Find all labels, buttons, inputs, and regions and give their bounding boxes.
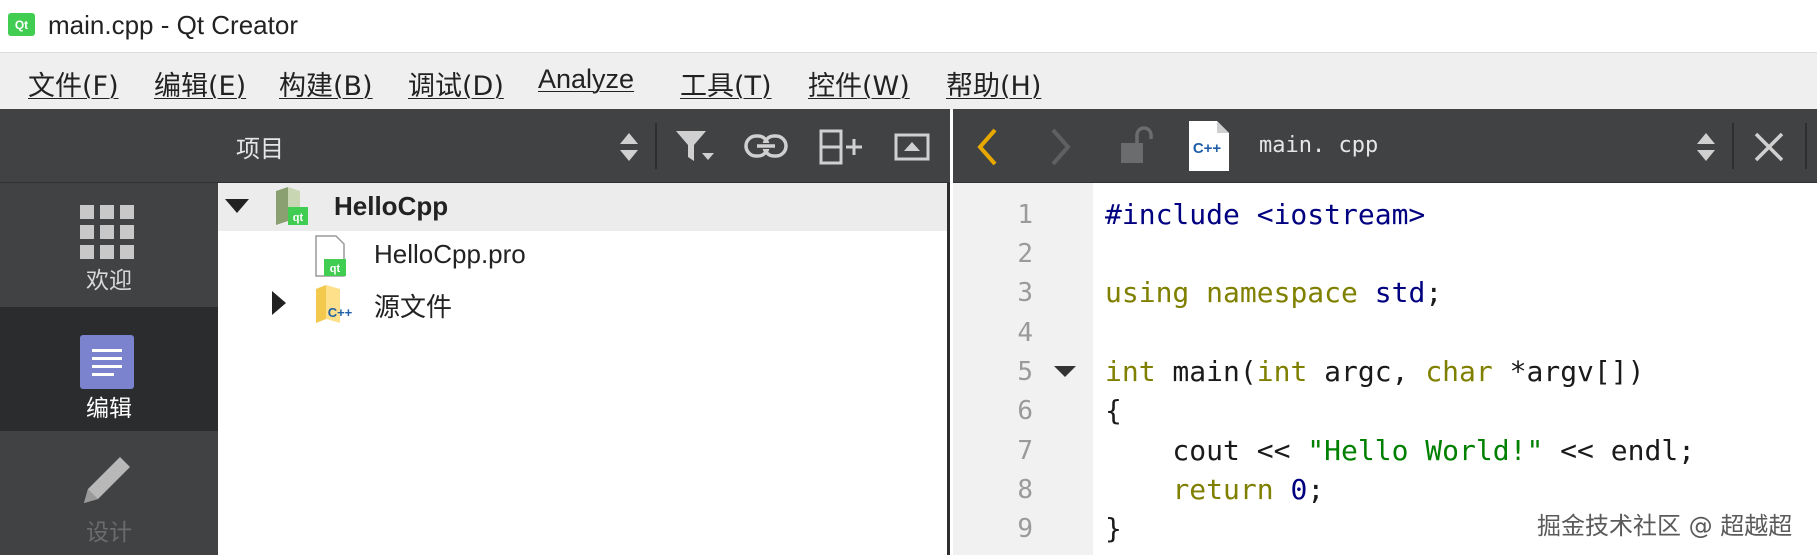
- menu-build[interactable]: 构建(B): [279, 64, 373, 103]
- tree-row-project[interactable]: qt HelloCpp: [218, 183, 947, 231]
- fold-marker-icon[interactable]: [1054, 366, 1076, 377]
- mode-edit[interactable]: 编辑: [0, 307, 218, 431]
- mode-welcome-label: 欢迎: [86, 268, 132, 294]
- tree-row-pro-file[interactable]: qt HelloCpp.pro: [218, 231, 947, 279]
- menu-analyze[interactable]: Analyze: [538, 64, 634, 95]
- editor-header-separator-right: [1805, 123, 1807, 169]
- cpp-file-icon: C++: [1189, 121, 1229, 171]
- code-line: return 0;: [1172, 473, 1325, 506]
- line-number: 2: [1017, 239, 1033, 269]
- mode-sidebar: 欢迎 编辑 设计: [0, 109, 218, 555]
- mode-design-label: 设计: [86, 520, 132, 546]
- link-icon[interactable]: [743, 131, 789, 161]
- header-separator: [655, 123, 657, 169]
- pro-file-name: HelloCpp.pro: [374, 239, 526, 269]
- menu-widgets[interactable]: 控件(W): [808, 64, 910, 103]
- filter-icon[interactable]: [674, 127, 716, 165]
- menu-tools[interactable]: 工具(T): [680, 64, 772, 103]
- expand-arrow-icon[interactable]: [270, 289, 288, 317]
- svg-text:qt: qt: [330, 263, 341, 275]
- tree-row-sources[interactable]: C++ 源文件: [218, 279, 947, 327]
- svg-text:C++: C++: [328, 305, 353, 320]
- collapse-arrow-icon[interactable]: [224, 197, 250, 215]
- line-number: 8: [1017, 475, 1033, 505]
- window-title: main.cpp - Qt Creator: [48, 10, 298, 40]
- svg-text:C++: C++: [1193, 140, 1222, 157]
- close-document-icon[interactable]: [1753, 131, 1785, 163]
- menu-debug[interactable]: 调试(D): [408, 64, 504, 103]
- document-selector-arrows-icon[interactable]: [1695, 131, 1717, 163]
- editor-toolbar: C++ main. cpp: [953, 109, 1817, 183]
- forward-arrow-icon[interactable]: [1047, 127, 1073, 167]
- line-number: 3: [1017, 278, 1033, 308]
- editor-header-separator: [1732, 123, 1734, 169]
- svg-text:qt: qt: [293, 212, 304, 224]
- menu-help[interactable]: 帮助(H): [946, 64, 1041, 103]
- split-add-icon[interactable]: [818, 127, 864, 167]
- code-editor[interactable]: #include <iostream> using namespace std;…: [1093, 183, 1817, 555]
- back-arrow-icon[interactable]: [975, 127, 1001, 167]
- menu-file[interactable]: 文件(F): [28, 64, 119, 103]
- watermark: 掘金技术社区 @ 超越超: [1537, 512, 1793, 540]
- code-line: {: [1105, 394, 1122, 427]
- line-number: 1: [1017, 200, 1033, 230]
- mode-edit-label: 编辑: [86, 396, 132, 422]
- qt-pro-file-icon: qt: [315, 235, 346, 277]
- project-name: HelloCpp: [334, 191, 449, 221]
- qt-creator-app-icon: Qt: [8, 13, 35, 36]
- edit-document-icon: [80, 335, 134, 389]
- view-selector-arrows-icon[interactable]: [618, 131, 640, 163]
- project-tree: qt HelloCpp qt HelloCpp.pro C++ 源文件: [218, 183, 950, 555]
- mode-design[interactable]: 设计: [0, 431, 218, 555]
- cpp-folder-icon: C++: [316, 285, 353, 323]
- open-document-name[interactable]: main. cpp: [1259, 133, 1378, 158]
- code-line: #include <iostream>: [1105, 198, 1426, 231]
- line-number: 9: [1017, 514, 1033, 544]
- pencil-icon: [84, 457, 130, 503]
- code-line: using namespace std;: [1105, 276, 1443, 309]
- mode-sidebar-top: [0, 109, 218, 183]
- line-number: 4: [1017, 318, 1033, 348]
- sources-folder-name: 源文件: [374, 292, 453, 322]
- project-panel-title: 项目: [236, 135, 284, 163]
- code-line: int main(int argc, char *argv[]): [1105, 355, 1645, 388]
- line-number: 7: [1017, 436, 1033, 466]
- qt-project-folder-icon: qt: [276, 187, 308, 225]
- code-line: }: [1105, 512, 1122, 545]
- line-number: 6: [1017, 396, 1033, 426]
- close-panel-icon[interactable]: [894, 131, 930, 163]
- grid-icon: [80, 205, 134, 259]
- menu-bar: 文件(F) 编辑(E) 构建(B) 调试(D) Analyze 工具(T) 控件…: [0, 52, 1817, 110]
- mode-welcome[interactable]: 欢迎: [0, 183, 218, 307]
- project-panel-header: 项目: [218, 109, 950, 183]
- menu-edit[interactable]: 编辑(E): [154, 64, 246, 103]
- code-line: cout << "Hello World!" << endl;: [1105, 434, 1696, 467]
- line-number: 5: [1017, 357, 1033, 387]
- unlock-icon[interactable]: [1115, 125, 1157, 167]
- title-bar: Qt main.cpp - Qt Creator: [0, 0, 1817, 52]
